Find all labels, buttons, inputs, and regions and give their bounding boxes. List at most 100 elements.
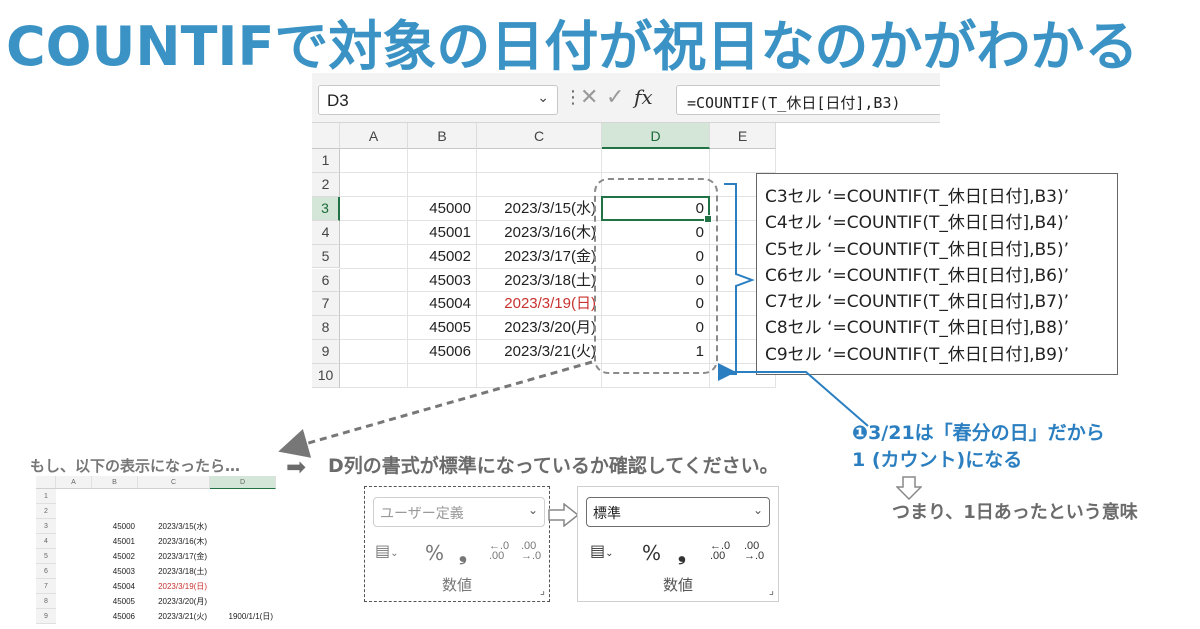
row-header[interactable]: 6 <box>312 268 340 293</box>
cell-c1 <box>138 489 210 504</box>
column-header-e[interactable]: E <box>710 123 776 149</box>
holiday-explanation: ❶3/21は「春分の日」だから 1 (カウント)になる <box>852 420 1105 474</box>
check-format-note: D列の書式が標準になっているか確認してください。 <box>328 455 779 477</box>
increase-decimal-icon[interactable]: ←.0.00 <box>710 541 730 562</box>
cell-c4[interactable]: 2023/3/16(木) <box>477 221 602 245</box>
cell-b6: 45003 <box>112 567 135 576</box>
comma-style-icon[interactable]: ❟ <box>678 541 686 565</box>
cell-d1 <box>210 489 276 504</box>
cell-c7: 2023/3/19(日) <box>158 582 207 591</box>
if-displayed-note: もし、以下の表示になったら… <box>30 457 241 475</box>
decrease-decimal-icon[interactable]: .00 →.0 <box>521 541 541 562</box>
row-header[interactable]: 3 <box>312 196 340 221</box>
highlight-dashed-box <box>594 178 718 374</box>
percent-icon[interactable]: % <box>425 541 444 565</box>
cell-d6 <box>210 564 276 579</box>
cell-b4: 45001 <box>112 537 135 546</box>
cell-d8 <box>210 594 276 609</box>
cell-b3[interactable]: 45000 <box>408 197 477 221</box>
cell-b8: 45005 <box>112 597 135 606</box>
cell-c3[interactable]: 2023/3/15(水) <box>477 197 602 221</box>
cell-c8: 2023/3/20(月) <box>158 597 207 606</box>
name-box[interactable]: D3 ⌄ <box>318 85 558 115</box>
formula-callout-box: C3セル ‘=COUNTIF(T_休日[日付],B3)’ C4セル ‘=COUN… <box>756 173 1118 375</box>
cell-c6: 2023/3/18(土) <box>158 567 207 576</box>
row-header: 4 <box>36 534 56 549</box>
cell-c7[interactable]: 2023/3/19(日) <box>477 292 602 316</box>
cell-c6[interactable]: 2023/3/18(土) <box>477 269 602 293</box>
column-gridline <box>476 149 477 388</box>
cell-b5[interactable]: 45002 <box>408 245 477 269</box>
row-header[interactable]: 2 <box>312 172 340 197</box>
select-all-corner <box>36 476 56 489</box>
accounting-format-icon[interactable]: ▤⌄ <box>375 541 399 560</box>
cell-b7[interactable]: 45004 <box>408 292 477 316</box>
row-header[interactable]: 4 <box>312 220 340 245</box>
callout-line: C8セル ‘=COUNTIF(T_休日[日付],B8)’ <box>765 318 1070 339</box>
cancel-icon[interactable]: ✕ <box>580 85 598 110</box>
cell-d5 <box>210 549 276 564</box>
row-header: 7 <box>36 579 56 594</box>
cell-c8[interactable]: 2023/3/20(月) <box>477 316 602 340</box>
cell-b4[interactable]: 45001 <box>408 221 477 245</box>
callout-line: C6セル ‘=COUNTIF(T_休日[日付],B6)’ <box>765 265 1070 286</box>
fx-icon[interactable]: fx <box>634 85 653 109</box>
small-spreadsheet: A B C D 1 2 3 45000 2023/3/15(水) 4 45001 2023/3/16(… <box>36 476 276 624</box>
cell-d4 <box>210 534 276 549</box>
row-header[interactable]: 8 <box>312 316 340 341</box>
dialog-launcher-icon[interactable]: ⌟ <box>769 584 774 597</box>
accounting-format-icon[interactable]: ▤⌄ <box>590 541 614 560</box>
increase-decimal-icon[interactable]: ←.0.00 <box>489 541 509 562</box>
group-label: 数値 <box>441 576 472 594</box>
row-header[interactable]: 7 <box>312 292 340 317</box>
cell-c4: 2023/3/16(木) <box>158 537 207 546</box>
enter-icon[interactable]: ✓ <box>606 85 624 110</box>
chevron-down-icon[interactable]: ⌄ <box>753 503 763 517</box>
callout-line: C4セル ‘=COUNTIF(T_休日[日付],B4)’ <box>765 213 1070 234</box>
chevron-down-icon[interactable]: ⌄ <box>537 89 549 106</box>
cell-d2 <box>210 504 276 519</box>
cell-b3: 45000 <box>112 522 135 531</box>
cell-b5: 45002 <box>112 552 135 561</box>
column-gridline <box>407 149 408 388</box>
number-format-dropdown[interactable]: ユーザー定義 ⌄ <box>373 497 545 527</box>
cell-b6[interactable]: 45003 <box>408 269 477 293</box>
column-header-b[interactable]: B <box>408 123 477 149</box>
cell-d1[interactable] <box>602 149 710 173</box>
hollow-down-arrow-icon <box>896 476 922 500</box>
icon-text: →.0 <box>744 550 765 562</box>
dialog-launcher-icon[interactable]: ⌟ <box>540 584 545 597</box>
percent-icon[interactable]: % <box>642 541 661 565</box>
chevron-down-icon[interactable]: ⌄ <box>528 503 538 517</box>
note-line: 1 (カウント)になる <box>852 449 1023 471</box>
formula-input[interactable]: =COUNTIF(T_休日[日付],B3) <box>676 85 940 115</box>
page-title: COUNTIFで対象の日付が祝日なのかがわかる <box>6 15 1139 78</box>
cell-c5[interactable]: 2023/3/17(金) <box>477 245 602 269</box>
cell-c2[interactable] <box>477 173 602 197</box>
comma-style-icon[interactable]: ❟ <box>459 541 467 565</box>
cell-d3 <box>210 519 276 534</box>
number-format-panel-before: ユーザー定義 ⌄ ▤⌄ % ❟ ←.0.00 .00 →.0 数値 ⌟ <box>364 486 550 602</box>
select-all-corner[interactable] <box>312 123 340 149</box>
cell-b2[interactable] <box>408 173 477 197</box>
row-header[interactable]: 5 <box>312 244 340 269</box>
column-header-d[interactable]: D <box>602 123 710 149</box>
row-header: 9 <box>36 609 56 624</box>
number-format-dropdown[interactable]: 標準 ⌄ <box>586 497 770 527</box>
cell-d7 <box>210 579 276 594</box>
column-header-c: C <box>138 476 210 489</box>
cell-c3: 2023/3/15(水) <box>158 522 207 531</box>
row-header[interactable]: 1 <box>312 149 340 173</box>
cell-b8[interactable]: 45005 <box>408 316 477 340</box>
cell-c1[interactable] <box>477 149 602 173</box>
column-header-a[interactable]: A <box>340 123 408 149</box>
dashed-arrow <box>278 360 593 458</box>
right-arrow-icon: ➡ <box>286 453 307 481</box>
cell-b1[interactable] <box>408 149 477 173</box>
column-header-a: A <box>56 476 92 489</box>
callout-line: C7セル ‘=COUNTIF(T_休日[日付],B7)’ <box>765 292 1070 313</box>
row-header: 2 <box>36 504 56 519</box>
column-header-c[interactable]: C <box>477 123 602 149</box>
decrease-decimal-icon[interactable]: .00 →.0 <box>744 541 765 562</box>
cell-d9: 1900/1/1(日) <box>228 612 273 621</box>
